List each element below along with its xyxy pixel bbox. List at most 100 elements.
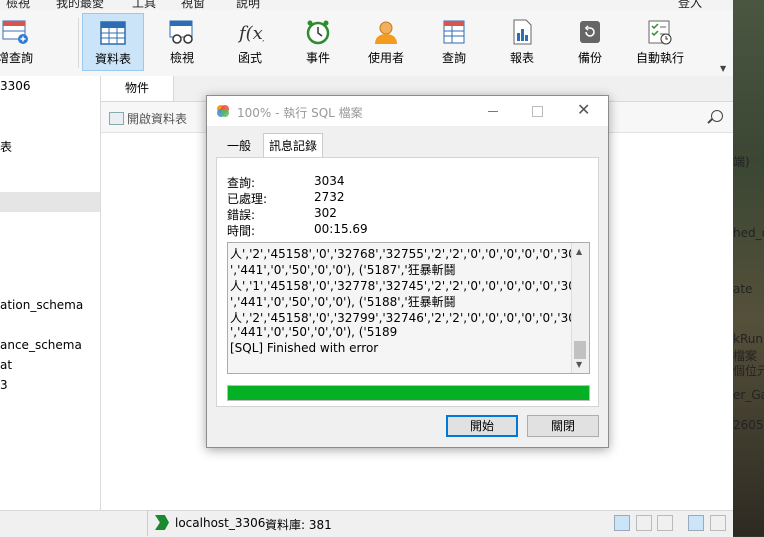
log-line: [SQL] Finished with error	[230, 341, 379, 355]
ribbon-queries-button[interactable]: 查詢	[423, 13, 485, 71]
right-panel-item-3: ate	[733, 282, 753, 296]
menu-tools[interactable]: 工具	[132, 0, 156, 10]
ribbon-tables-button[interactable]: 資料表	[82, 13, 144, 71]
right-panel-item-8: 2605	[733, 418, 764, 432]
execute-sql-dialog: 100% - 執行 SQL 檔案 ✕ 一般 訊息記錄 查詢: 3034 已處理:…	[206, 95, 609, 448]
progress-bar	[227, 385, 590, 401]
ribbon-separator	[78, 18, 79, 68]
open-table-button[interactable]: 開啟資料表	[127, 110, 187, 127]
right-panel-item-6: 個位元	[733, 364, 764, 378]
ribbon-events-button[interactable]: 事件	[287, 13, 349, 71]
menu-view[interactable]: 檢視	[6, 0, 30, 10]
message-log-panel: 查詢: 3034 已處理: 2732 錯誤: 302 時間: 00:15.69 …	[216, 157, 599, 407]
stat-value-errors: 302	[314, 206, 337, 220]
scroll-down-icon[interactable]: ▼	[576, 360, 582, 369]
tab-objects[interactable]: 物件	[101, 76, 174, 101]
stat-label-processed: 已處理:	[227, 192, 268, 206]
ribbon-automation-label: 自動執行	[635, 51, 684, 65]
automation-icon	[648, 20, 672, 45]
grid-view-icon[interactable]	[614, 515, 630, 531]
ribbon-functions-label: 函式	[237, 51, 262, 65]
ribbon-views-label: 檢視	[169, 51, 194, 65]
user-icon	[375, 21, 397, 44]
status-database-count: 資料庫: 381	[265, 518, 332, 532]
ribbon-toolbar: 增查詢 資料表 檢視 f(x) 函式 事件 使用者 查詢 報表	[0, 10, 733, 77]
menu-window[interactable]: 視窗	[181, 0, 205, 10]
stat-value-processed: 2732	[314, 190, 345, 204]
ribbon-queries-label: 查詢	[441, 51, 466, 65]
clock-icon	[306, 20, 330, 45]
ribbon-users-label: 使用者	[367, 51, 404, 65]
report-icon	[513, 19, 532, 45]
tab-message-log[interactable]: 訊息記錄	[263, 133, 323, 158]
log-scrollbar[interactable]: ▲ ▼	[571, 243, 589, 373]
tree-item-at[interactable]: at	[0, 358, 12, 372]
ribbon-backup-label: 備份	[577, 51, 602, 65]
ribbon-users-button[interactable]: 使用者	[355, 13, 417, 71]
detail-view-icon[interactable]	[657, 515, 673, 531]
menu-help[interactable]: 說明	[236, 0, 260, 10]
tree-item-performance-schema[interactable]: ance_schema	[0, 338, 82, 352]
connection-tree: 3306 表 ation_schema ance_schema at 3	[0, 76, 101, 510]
stat-value-time: 00:15.69	[314, 222, 368, 236]
start-button[interactable]: 開始	[446, 415, 518, 437]
close-button[interactable]: 關閉	[527, 415, 599, 437]
stat-label-errors: 錯誤:	[227, 208, 256, 222]
tree-item-information-schema[interactable]: ation_schema	[0, 298, 83, 312]
search-icon[interactable]	[711, 110, 723, 122]
log-line: ','441','0','50','0','0'), ('5187','狂暴斬鬪	[230, 263, 456, 277]
ribbon-overflow-icon[interactable]: ▼	[720, 64, 726, 73]
status-host: localhost_3306	[175, 516, 266, 530]
scroll-thumb[interactable]	[574, 341, 586, 359]
right-panel-item-1: 端)	[733, 155, 750, 169]
function-icon: f(x)	[237, 23, 264, 44]
backup-icon	[580, 21, 600, 43]
tree-item-connection[interactable]: 3306	[0, 79, 31, 93]
progress-fill	[228, 386, 589, 400]
minimize-icon[interactable]	[488, 111, 498, 112]
ribbon-automation-button[interactable]: 自動執行	[627, 13, 693, 71]
stat-label-queries: 查詢:	[227, 176, 256, 190]
preview-pane-icon[interactable]	[710, 515, 726, 531]
log-line: 人','2','45158','0','32768','32755','2','…	[230, 247, 590, 261]
navicat-logo-icon	[217, 105, 229, 117]
connection-icon	[155, 515, 169, 530]
ribbon-tables-label: 資料表	[94, 52, 131, 66]
ribbon-backup-button[interactable]: 備份	[559, 13, 621, 71]
maximize-icon[interactable]	[532, 106, 543, 117]
ribbon-events-label: 事件	[305, 51, 330, 65]
dialog-title-bar[interactable]: 100% - 執行 SQL 檔案 ✕	[207, 96, 608, 126]
tab-general[interactable]: 一般	[216, 136, 262, 157]
menu-favorites[interactable]: 我的最愛	[56, 0, 104, 10]
table-plus-icon	[2, 20, 28, 44]
dialog-title: 100% - 執行 SQL 檔案	[237, 106, 363, 120]
log-line: ','441','0','50','0','0'), ('5188','狂暴斬鬪	[230, 295, 456, 309]
log-line: 人','2','45158','0','32799','32746','2','…	[230, 311, 590, 325]
log-textarea[interactable]: 人','2','45158','0','32768','32755','2','…	[227, 242, 590, 374]
status-bar: localhost_3306 資料庫: 381	[0, 510, 733, 537]
right-panel-item-2: hed_c	[733, 226, 764, 240]
tree-item-3[interactable]: 3	[0, 378, 8, 392]
log-line: 人','1','45158','0','32778','32745','2','…	[230, 279, 590, 293]
log-line: ','441','0','50','0','0'), ('5189	[230, 325, 398, 339]
svg-text:f(x): f(x)	[237, 23, 264, 44]
new-query-button[interactable]: 增查詢	[0, 13, 40, 71]
ribbon-views-button[interactable]: 檢視	[151, 13, 213, 71]
scroll-up-icon[interactable]: ▲	[576, 247, 582, 256]
tree-selected-row[interactable]	[0, 192, 100, 212]
open-table-icon	[109, 112, 124, 125]
right-panel-item-7: er_Ga	[733, 388, 764, 402]
ribbon-functions-button[interactable]: f(x) 函式	[219, 13, 281, 71]
info-pane-icon[interactable]	[688, 515, 704, 531]
ribbon-reports-button[interactable]: 報表	[491, 13, 553, 71]
stat-label-time: 時間:	[227, 224, 256, 238]
close-icon[interactable]: ✕	[577, 100, 590, 119]
tree-item-tables[interactable]: 表	[0, 138, 12, 155]
list-view-icon[interactable]	[636, 515, 652, 531]
query-icon	[443, 20, 465, 44]
desktop-background	[733, 0, 764, 536]
menu-login[interactable]: 登入	[678, 0, 702, 10]
table-icon	[100, 21, 126, 45]
new-query-label: 增查詢	[0, 51, 33, 65]
view-icon	[169, 20, 193, 44]
